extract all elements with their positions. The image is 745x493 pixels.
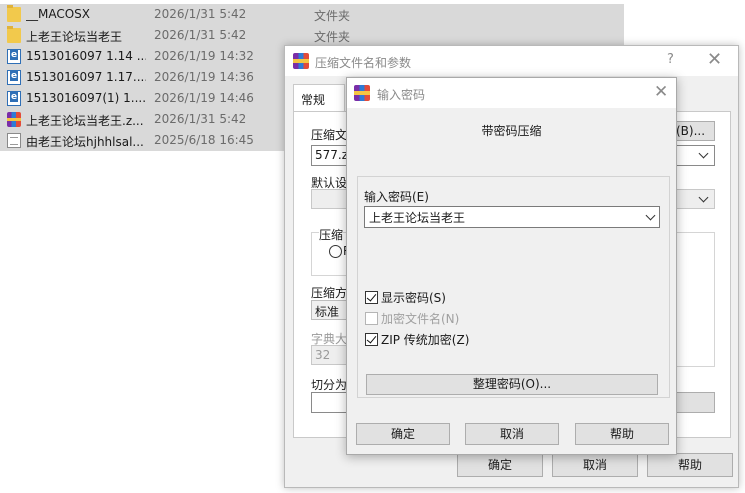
dialog-titlebar[interactable]: 压缩文件名和参数 ? ✕ [285,46,738,76]
chevron-down-icon [698,148,709,159]
document-icon [7,91,21,106]
options-groupbox [675,232,715,367]
zip-legacy-checkbox[interactable]: ZIP 传统加密(Z) [365,331,469,347]
file-name: 由老王论坛hjhhlsal... [26,135,144,149]
text-file-icon [7,133,21,148]
browse-button[interactable]: (B)... [673,121,715,141]
help-button[interactable]: 帮助 [647,453,733,477]
document-icon [7,70,21,85]
file-date: 2026/1/19 14:36 [154,70,254,84]
file-row[interactable]: 上老王论坛当老王 2026/1/31 5:42 文件夹 [0,25,624,46]
password-value: 上老王论坛当老王 [369,211,466,225]
show-password-label: 显示密码(S) [381,290,446,305]
file-type: 文件夹 [314,30,351,44]
file-name: 1513016097 1.17.... [26,70,146,84]
file-type: 文件夹 [314,9,351,23]
method-value: 标准 [315,305,340,319]
document-icon [7,49,21,64]
tab-general[interactable]: 常规 [293,84,345,112]
encrypt-filenames-label: 加密文件名(N) [381,311,460,326]
format-radio[interactable] [329,245,342,258]
ok-button[interactable]: 确定 [356,423,450,445]
zip-legacy-label: ZIP 传统加密(Z) [381,332,470,347]
cancel-button[interactable]: 取消 [552,453,638,477]
file-name: __MACOSX [26,7,91,21]
help-icon[interactable]: ? [667,52,674,67]
folder-icon [7,5,21,22]
ok-button[interactable]: 确定 [457,453,543,477]
file-name: 上老王论坛当老王 [26,30,123,44]
chevron-down-icon[interactable] [645,210,656,221]
method-field[interactable]: 标准 [311,300,351,320]
split-label: 切分为 [311,378,348,392]
close-icon[interactable]: ✕ [654,82,668,102]
file-name: 上老王论坛当老王.z... [26,114,144,128]
chevron-down-icon [698,192,709,203]
dictionary-field[interactable]: 32 [311,345,351,365]
file-date: 2026/1/31 5:42 [154,112,247,126]
file-date: 2026/1/31 5:42 [154,28,247,42]
checkbox-checked[interactable] [365,332,378,346]
checkbox-unchecked[interactable] [365,311,378,325]
file-date: 2025/6/18 16:45 [154,133,254,147]
folder-icon [7,26,21,43]
dialog-heading: 带密码压缩 [481,124,542,138]
update-field[interactable] [675,392,715,413]
close-icon[interactable]: ✕ [707,49,722,70]
file-date: 2026/1/31 5:42 [154,7,247,21]
password-input[interactable]: 上老王论坛当老王 [364,206,660,228]
file-name: 1513016097(1) 1.... [26,91,146,105]
dialog-titlebar[interactable]: 输入密码 ✕ [347,78,676,108]
split-field[interactable] [311,392,351,413]
help-button[interactable]: 帮助 [575,423,669,445]
show-password-checkbox[interactable]: 显示密码(S) [365,289,446,305]
method-label: 压缩方 [311,286,348,300]
file-date: 2026/1/19 14:46 [154,91,254,105]
cancel-button[interactable]: 取消 [465,423,559,445]
winrar-icon [354,85,370,101]
dialog-title: 压缩文件名和参数 [315,56,412,70]
organize-passwords-button[interactable]: 整理密码(O)... [366,374,658,395]
dictionary-value: 32 [315,348,331,362]
checkbox-checked[interactable] [365,290,378,304]
file-name: 1513016097 1.14 ... [26,49,146,63]
format-group-label: 压缩 [319,226,344,243]
password-dialog: 输入密码 ✕ 带密码压缩 输入密码(E) 上老王论坛当老王 显示密码(S) 加密… [346,77,677,455]
file-row[interactable]: __MACOSX 2026/1/31 5:42 文件夹 [0,4,624,25]
winrar-icon [293,53,309,69]
archive-icon [7,112,21,127]
archive-name-label: 压缩文 [311,128,348,142]
encrypt-filenames-checkbox[interactable]: 加密文件名(N) [365,310,459,326]
file-date: 2026/1/19 14:32 [154,49,254,63]
password-label: 输入密码(E) [364,190,429,204]
dialog-title: 输入密码 [377,88,426,102]
